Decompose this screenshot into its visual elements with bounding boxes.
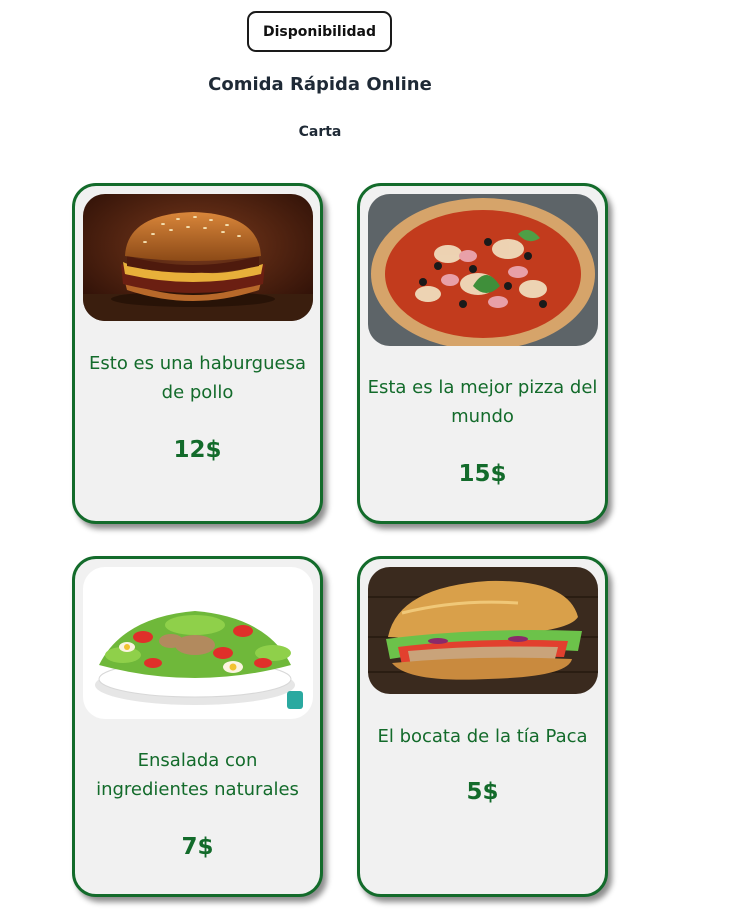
site-title: Comida Rápida Online bbox=[208, 74, 432, 95]
burger-picture bbox=[83, 194, 313, 321]
menu-item-description: Esta es la mejor pizza del mundo bbox=[367, 377, 598, 427]
menu-card-salad[interactable]: Ensalada con ingredientes naturales 7$ bbox=[72, 556, 323, 897]
menu-card-burger[interactable]: Esto es una haburguesa de pollo 12$ bbox=[72, 183, 323, 524]
pizza-image bbox=[368, 194, 598, 346]
salad-image bbox=[83, 567, 313, 719]
salad-picture bbox=[83, 567, 313, 719]
page: Disponibilidad Comida Rápida Online Cart… bbox=[0, 0, 742, 913]
menu-item-price: 7$ bbox=[181, 834, 214, 860]
menu-item-price: 15$ bbox=[458, 461, 507, 487]
menu-section-title: Carta bbox=[298, 124, 342, 140]
menu-item-description: Ensalada con ingredientes naturales bbox=[96, 750, 299, 800]
burger-image bbox=[83, 194, 313, 321]
menu-card-sandwich[interactable]: El bocata de la tía Paca 5$ bbox=[357, 556, 608, 897]
pizza-picture bbox=[368, 194, 598, 346]
menu-item-description: Esto es una haburguesa de pollo bbox=[89, 353, 306, 403]
sandwich-image bbox=[368, 567, 598, 694]
sandwich-picture bbox=[368, 567, 598, 694]
availability-button[interactable]: Disponibilidad bbox=[247, 11, 392, 52]
menu-item-description: El bocata de la tía Paca bbox=[377, 726, 588, 747]
menu-card-pizza[interactable]: Esta es la mejor pizza del mundo 15$ bbox=[357, 183, 608, 524]
menu-item-price: 5$ bbox=[466, 779, 499, 805]
menu-item-price: 12$ bbox=[173, 437, 222, 463]
